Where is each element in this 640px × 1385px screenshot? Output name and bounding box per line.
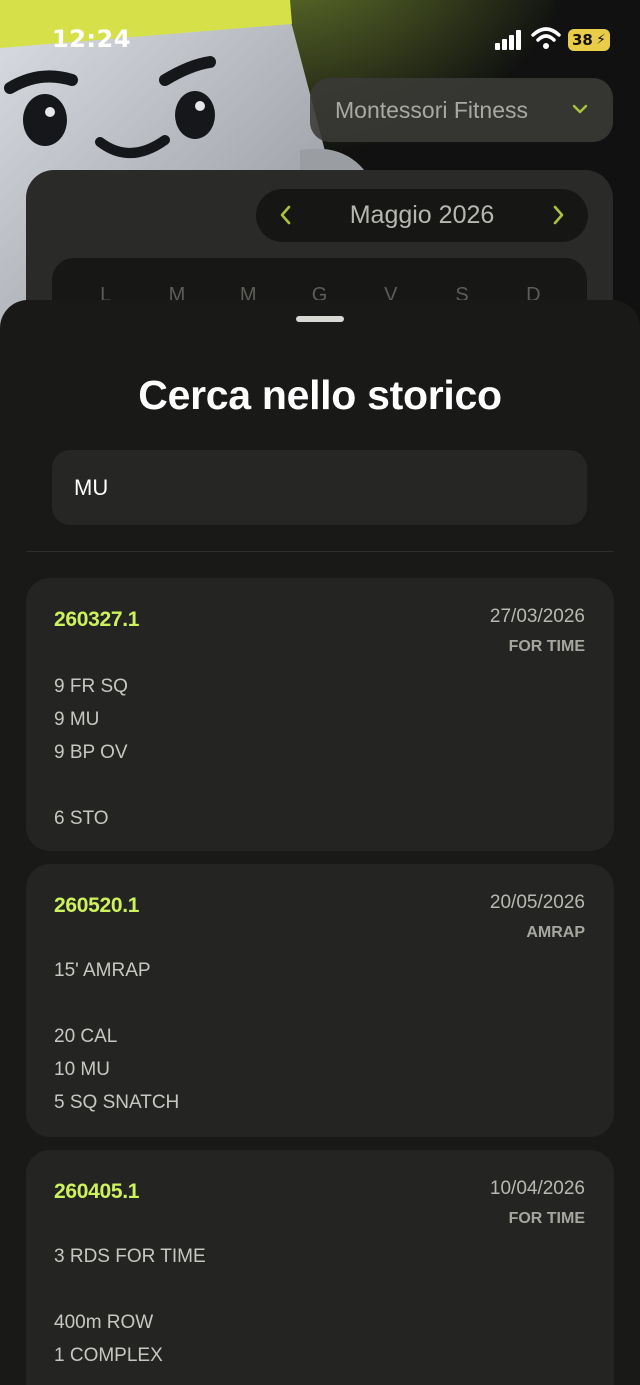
workout-line: 5 SQ SNATCH: [54, 1092, 180, 1113]
workout-type: AMRAP: [526, 924, 585, 941]
search-field[interactable]: [52, 450, 587, 525]
chevron-right-icon[interactable]: [548, 204, 568, 226]
workout-line: 400m ROW: [54, 1312, 154, 1333]
sheet-title: Cerca nello storico: [138, 372, 502, 418]
workout-line: 10 MU: [54, 1059, 110, 1080]
month-navigator: Maggio 2026: [256, 189, 588, 242]
workout-lines: 9 FR SQ 9 MU 9 BP OV 6 STO: [54, 670, 584, 835]
battery-icon: 38 ⚡: [568, 29, 610, 51]
charging-bolt-icon: ⚡: [596, 32, 606, 48]
workout-date: 20/05/2026: [489, 892, 585, 913]
workout-lines: 3 RDS FOR TIME 400m ROW 1 COMPLEX: [54, 1240, 584, 1372]
cellular-signal-icon: [495, 30, 521, 50]
result-card[interactable]: 260520.1 20/05/2026 AMRAP 15' AMRAP 20 C…: [26, 864, 614, 1137]
divider: [26, 551, 614, 552]
workout-type: FOR TIME: [508, 638, 585, 655]
status-bar: 12:24 38 ⚡: [0, 0, 640, 80]
workout-line: 1 COMPLEX: [54, 1345, 163, 1366]
workout-date: 10/04/2026: [489, 1178, 585, 1199]
status-time: 12:24: [52, 25, 131, 53]
workout-line: 15' AMRAP: [54, 960, 151, 981]
result-card[interactable]: 260405.1 10/04/2026 FOR TIME 3 RDS FOR T…: [26, 1150, 614, 1385]
gym-selector-label: Montessori Fitness: [335, 96, 529, 123]
workout-line: 9 BP OV: [54, 742, 128, 763]
battery-level: 38: [572, 31, 593, 49]
workout-line: 9 MU: [54, 709, 100, 730]
search-history-sheet: Cerca nello storico 260327.1 27/03/2026 …: [0, 300, 640, 1385]
workout-line: [54, 1273, 584, 1306]
results-list: 260327.1 27/03/2026 FOR TIME 9 FR SQ 9 M…: [26, 578, 614, 1385]
wifi-icon: [531, 27, 561, 49]
workout-line: 20 CAL: [54, 1026, 118, 1047]
workout-date: 27/03/2026: [489, 606, 585, 627]
chevron-left-icon[interactable]: [276, 204, 296, 226]
workout-line: 9 FR SQ: [54, 676, 128, 697]
month-label: Maggio 2026: [349, 201, 495, 229]
workout-type: FOR TIME: [508, 1210, 585, 1227]
workout-line: [54, 987, 584, 1020]
chevron-down-icon: [572, 104, 588, 114]
workout-code: 260520.1: [54, 894, 140, 917]
workout-line: [54, 769, 584, 802]
search-input[interactable]: [74, 474, 554, 501]
workout-line: 6 STO: [54, 808, 109, 829]
result-card[interactable]: 260327.1 27/03/2026 FOR TIME 9 FR SQ 9 M…: [26, 578, 614, 851]
sheet-grabber[interactable]: [296, 316, 344, 322]
gym-selector[interactable]: Montessori Fitness: [310, 78, 613, 142]
workout-line: 3 RDS FOR TIME: [54, 1246, 206, 1267]
workout-code: 260405.1: [54, 1180, 140, 1203]
workout-lines: 15' AMRAP 20 CAL 10 MU 5 SQ SNATCH: [54, 954, 584, 1119]
workout-code: 260327.1: [54, 608, 140, 631]
